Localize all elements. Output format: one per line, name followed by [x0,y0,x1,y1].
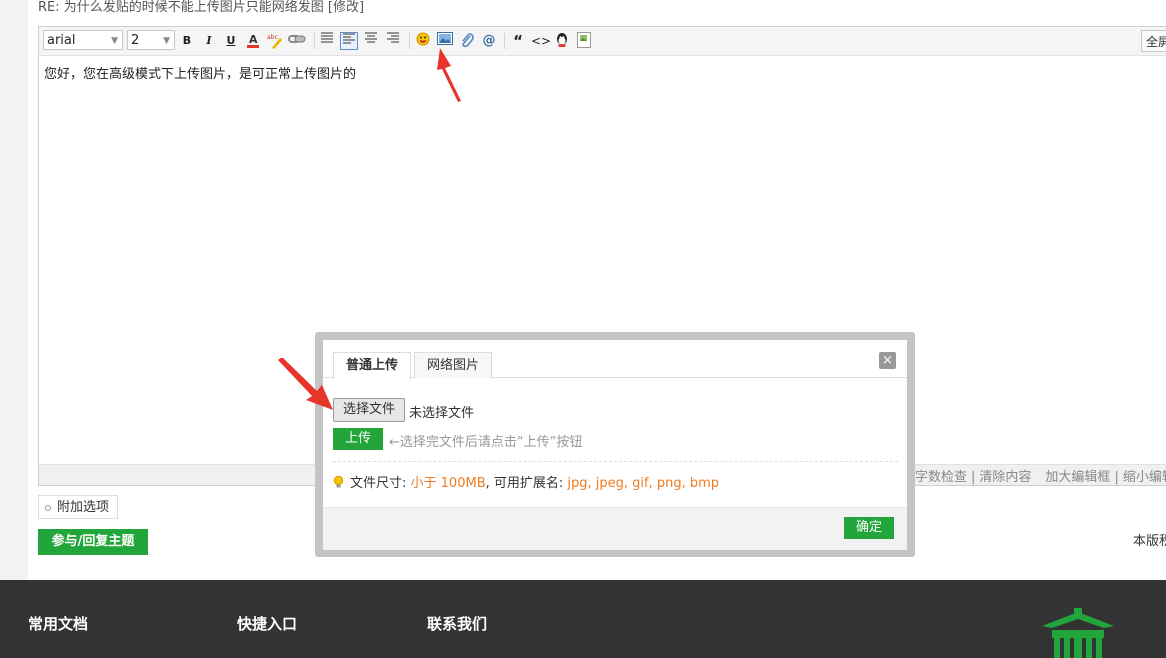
footer-heading-docs: 常用文档 [28,615,89,633]
enlarge-editor-link[interactable]: 加大编辑框 [1045,470,1110,485]
footer-heading-contact: 联系我们 [427,615,488,633]
footer-heading-shortcuts: 快捷入口 [237,615,298,633]
dialog-tabs: 普通上传 网络图片 × [323,340,907,379]
tab-web-image[interactable]: 网络图片 [414,352,492,378]
broken-image-icon[interactable] [575,32,593,50]
italic-button[interactable]: I [200,32,218,50]
bullet-icon [45,504,51,511]
annotation-arrow-icon [278,358,333,410]
extra-options-button[interactable]: 附加选项 [38,495,119,519]
site-footer: 常用文档 快捷入口 联系我们 [0,580,1166,658]
toolbar-divider [409,33,410,49]
tab-local-upload[interactable]: 普通上传 [333,352,411,379]
qq-icon[interactable] [553,32,571,50]
image-upload-dialog: 普通上传 网络图片 × 选择文件 未选择文件 上传 ←选择完文件后请点击“上传”… [315,332,915,557]
ext-value: jpg, jpeg, gif, png, bmp [567,476,720,491]
upload-button[interactable]: 上传 [333,428,383,450]
chevron-down-icon: ▼ [111,36,118,46]
status-separator: | [971,470,976,485]
file-status-text: 未选择文件 [409,406,475,421]
divider [333,461,898,462]
site-logo-icon [1042,608,1114,658]
lightbulb-icon [333,476,344,488]
font-size-select[interactable]: 2 ▼ [127,30,175,50]
extra-options-label: 附加选项 [57,500,110,515]
font-family-select[interactable]: arial ▼ [43,30,123,50]
close-icon[interactable]: × [879,352,896,369]
align-justify-icon[interactable] [318,32,336,50]
link-icon[interactable] [288,32,306,50]
align-center-icon[interactable] [362,32,380,50]
quote-button[interactable]: “ [509,32,527,50]
font-family-value: arial [47,33,76,48]
shrink-editor-link[interactable]: 缩小编辑框 [1123,470,1166,485]
word-count-link[interactable]: 字数检查 [915,470,967,485]
mention-icon[interactable]: @ [480,32,498,50]
toolbar-divider [504,33,505,49]
align-left-icon[interactable] [340,32,358,50]
svg-text:abc: abc [267,34,278,41]
font-size-value: 2 [131,33,140,48]
confirm-button[interactable]: 确定 [844,517,894,539]
dialog-footer: 确定 [323,507,907,550]
bold-button[interactable]: B [178,32,196,50]
align-right-icon[interactable] [384,32,402,50]
upload-hint: ←选择完文件后请点击“上传”按钮 [389,435,583,450]
editor-toolbar: arial ▼ 2 ▼ B I U A abc @ “ <> 全 [39,27,1166,56]
ext-label: , 可用扩展名: [485,476,564,491]
reply-button[interactable]: 参与/回复主题 [38,529,148,555]
choose-file-button[interactable]: 选择文件 [333,398,405,422]
annotation-arrow-icon [437,48,461,102]
code-button[interactable]: <> [531,32,551,50]
size-label: 文件尺寸: [350,476,407,491]
editor-content[interactable]: 您好，您在高级模式下上传图片，是可正常上传图片的 [44,63,356,82]
forum-rules-link[interactable]: 本版积分规则 [1133,530,1166,549]
dialog-body: 普通上传 网络图片 × 选择文件 未选择文件 上传 ←选择完文件后请点击“上传”… [323,340,907,550]
size-value: 小于 100MB [410,476,486,491]
svg-text:A: A [249,33,258,46]
chevron-down-icon: ▼ [163,36,170,46]
status-separator: | [1114,470,1119,485]
clear-content-link[interactable]: 清除内容 [979,470,1031,485]
status-links: 字数检查|清除内容加大编辑框|缩小编辑框 [915,466,1166,485]
highlight-icon[interactable]: abc [266,32,284,50]
toolbar-divider [314,33,315,49]
underline-button[interactable]: U [222,32,240,50]
fullscreen-button[interactable]: 全屏 [1141,30,1166,52]
upload-limits-info: 文件尺寸: 小于 100MB, 可用扩展名: jpg, jpeg, gif, p… [333,472,719,491]
font-color-icon[interactable]: A [244,32,262,50]
post-title: RE: 为什么发贴的时候不能上传图片只能网络发图 [修改] [38,0,365,15]
